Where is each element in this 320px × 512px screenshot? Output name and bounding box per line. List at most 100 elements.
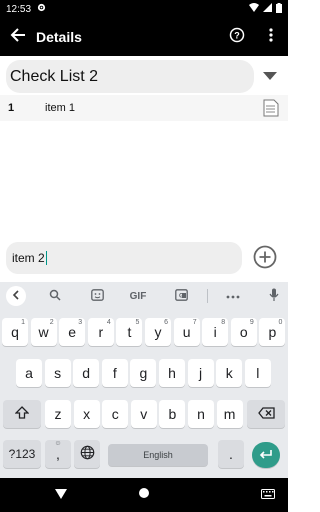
key-j[interactable]: j [187,359,214,387]
nav-home-button[interactable] [135,486,153,504]
more-vert-icon [269,27,273,47]
key-i[interactable]: 8i [202,318,229,346]
key-z[interactable]: z [45,400,71,428]
key-label: x [83,406,91,422]
key-m[interactable]: m [216,400,243,428]
more-horiz-icon [226,291,240,302]
key-label: j [199,365,203,381]
key-u[interactable]: 7u [173,318,200,346]
key-v[interactable]: v [130,400,157,428]
more-options-button[interactable] [224,286,242,306]
enter-key[interactable] [252,442,280,468]
symbols-key[interactable]: ?123 [3,440,41,468]
key-f[interactable]: f [101,359,128,387]
key-a[interactable]: a [16,359,42,387]
key-w[interactable]: 2w [30,318,57,346]
list-selector[interactable]: Check List 2 [6,60,254,93]
enter-icon [259,447,273,463]
key-o[interactable]: 9o [230,318,257,346]
list-item[interactable]: 1 item 1 [0,95,288,121]
toolbar-divider [207,289,208,303]
text-cursor [45,251,47,265]
key-label: b [168,406,177,422]
comma-key-label: , [56,446,60,462]
screen: 12:53 Details ? Check List 2 1 item 1 it… [0,0,288,512]
space-bar-label: English [143,450,173,460]
backspace-key[interactable] [247,400,285,428]
add-circle-icon [253,245,277,274]
key-hint: 2 [49,319,54,326]
translate-icon: G [174,288,188,304]
status-time: 12:53 [6,3,32,15]
key-t[interactable]: 5t [116,318,143,346]
microphone-icon [269,288,279,305]
period-key-label: . [229,446,233,462]
dropdown-button[interactable] [262,68,278,84]
key-hint: 5 [135,319,140,326]
key-b[interactable]: b [159,400,186,428]
key-x[interactable]: x [73,400,100,428]
gif-label: GIF [129,290,147,302]
app-bar-actions: ? [220,18,288,56]
key-hint: 3 [78,319,83,326]
svg-text:?: ? [234,30,240,40]
key-q[interactable]: 1q [2,318,28,346]
key-k[interactable]: k [216,359,243,387]
shift-key[interactable] [3,400,41,428]
key-n[interactable]: n [188,400,214,428]
symbols-key-label: ?123 [8,447,36,461]
key-label: n [197,406,205,422]
period-key[interactable]: . [218,440,244,468]
backspace-icon [257,406,275,422]
key-label: h [168,365,176,381]
key-label: s [54,365,62,381]
key-c[interactable]: c [102,400,129,428]
space-bar[interactable]: English [108,444,208,466]
new-item-input[interactable]: item 2 [6,242,242,274]
keyboard-icon [261,486,275,504]
key-hint: 1 [21,319,25,326]
key-r[interactable]: 4r [87,318,114,346]
note-icon[interactable] [260,97,282,119]
gear-icon [37,3,46,15]
nav-back-button[interactable] [52,486,70,504]
key-label: i [213,324,217,340]
key-label: w [38,324,49,340]
key-label: r [98,324,104,340]
key-hint: 0 [278,319,283,326]
key-label: f [112,365,117,381]
key-d[interactable]: d [73,359,100,387]
back-button[interactable] [0,18,36,56]
collapse-toolbar-button[interactable] [6,286,26,306]
comma-key[interactable]: ☺ , [45,440,71,468]
key-label: o [239,324,248,340]
sticker-button[interactable] [88,286,106,306]
key-e[interactable]: 3e [59,318,86,346]
key-s[interactable]: s [44,359,71,387]
voice-input-button[interactable] [266,286,282,306]
globe-icon [80,445,95,463]
key-g[interactable]: g [130,359,157,387]
keyboard-toolbar: GIF G [0,282,288,310]
key-label: v [140,406,148,422]
key-p[interactable]: 0p [259,318,286,346]
key-label: q [11,324,19,340]
language-key[interactable] [74,440,100,468]
gif-button[interactable]: GIF [124,286,152,306]
app-bar: Details ? [0,18,288,56]
key-hint: 7 [192,319,197,326]
new-item-input-value: item 2 [12,251,45,265]
battery-icon [276,2,282,16]
keyboard-switcher-button[interactable] [259,486,277,504]
translate-button[interactable]: G [172,286,190,306]
key-l[interactable]: l [244,359,271,387]
add-item-button[interactable] [250,244,280,274]
help-button[interactable]: ? [220,18,254,56]
key-hint: 4 [106,319,111,326]
overflow-menu-button[interactable] [254,18,288,56]
search-button[interactable] [46,286,64,306]
key-hint: 9 [249,319,254,326]
key-h[interactable]: h [159,359,185,387]
key-y[interactable]: 6y [145,318,171,346]
key-label: a [25,365,33,381]
